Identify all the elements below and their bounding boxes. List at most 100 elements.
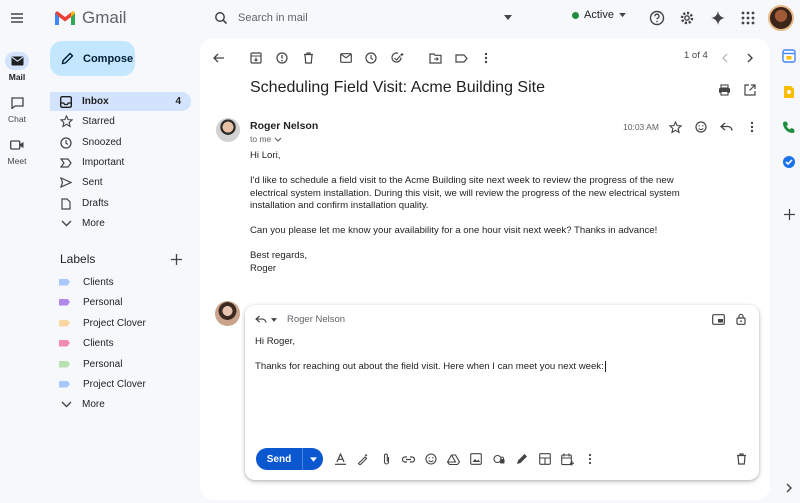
attach-paperclip-icon[interactable] — [379, 452, 393, 466]
confidential-mode-icon[interactable] — [492, 452, 506, 466]
reply-composer: Roger Nelson Hi Roger, Thanks for reachi… — [245, 305, 759, 480]
reply-textarea[interactable]: Hi Roger, Thanks for reaching out about … — [255, 336, 606, 374]
older-chevron-right-icon[interactable] — [742, 50, 758, 66]
keep-app-icon[interactable] — [780, 83, 798, 101]
signature-pen-icon[interactable] — [515, 452, 529, 466]
account-avatar[interactable] — [768, 5, 794, 31]
recipient-details[interactable]: to me — [250, 134, 282, 144]
google-drive-icon[interactable] — [446, 452, 460, 466]
rail-meet[interactable]: Meet — [0, 136, 34, 166]
search-bar — [205, 6, 521, 30]
insert-emoji-icon[interactable] — [424, 452, 438, 466]
help-me-write-pen-icon[interactable] — [356, 452, 370, 466]
more-vert-icon[interactable] — [478, 50, 494, 66]
more-options-vert-icon[interactable] — [583, 452, 597, 466]
message-panel: 1 of 4 Scheduling Field Visit: Acme Buil… — [200, 38, 770, 500]
schedule-event-icon[interactable] — [560, 452, 574, 466]
contacts-phone-app-icon[interactable] — [780, 118, 798, 136]
label-item[interactable]: Project Clover — [50, 314, 146, 332]
labels-heading: Labels — [60, 252, 96, 266]
tasks-app-icon[interactable] — [780, 153, 798, 171]
discard-draft-trash-icon[interactable] — [734, 452, 748, 466]
delete-trash-icon[interactable] — [300, 50, 316, 66]
inbox-count-badge: 4 — [175, 96, 181, 107]
label-item[interactable]: Clients — [50, 334, 114, 352]
layouts-icon[interactable] — [538, 452, 552, 466]
recipient-label: to me — [250, 134, 272, 144]
clock-icon — [58, 135, 74, 151]
reply-type-icon[interactable] — [255, 315, 267, 324]
apps-grid-icon[interactable] — [738, 8, 758, 28]
sidebar-item-more[interactable]: More — [50, 214, 191, 233]
label-tag-icon — [59, 298, 70, 306]
pop-out-reply-icon[interactable] — [712, 314, 725, 325]
star-icon[interactable] — [667, 119, 683, 135]
search-icon[interactable] — [211, 8, 231, 28]
status-dropdown[interactable]: Active — [572, 9, 626, 21]
add-task-icon[interactable] — [389, 50, 405, 66]
sidebar-item-drafts[interactable]: Drafts — [50, 194, 191, 213]
reply-type-dropdown-icon[interactable] — [271, 317, 277, 322]
get-add-ons-plus-icon[interactable] — [780, 205, 798, 223]
draft-icon — [58, 196, 74, 212]
sidebar-item-inbox[interactable]: Inbox 4 — [50, 92, 191, 111]
mail-icon — [5, 52, 29, 70]
send-button[interactable]: Send — [256, 448, 303, 470]
text-cursor — [604, 361, 606, 373]
label-tag-icon — [59, 360, 70, 368]
sidebar-item-sent[interactable]: Sent — [50, 173, 191, 192]
print-icon[interactable] — [716, 82, 732, 98]
label-icon[interactable] — [453, 50, 469, 66]
gmail-logo[interactable]: Gmail — [54, 8, 126, 28]
gemini-sparkle-icon[interactable] — [708, 8, 728, 28]
schedule-send-dropdown-icon[interactable] — [303, 448, 323, 470]
mark-unread-icon[interactable] — [338, 50, 354, 66]
sender-avatar[interactable] — [216, 118, 240, 142]
sidebar-item-label: Drafts — [82, 198, 109, 209]
sidebar-item-label: Inbox — [82, 96, 109, 107]
search-input[interactable] — [238, 12, 488, 24]
message-more-vert-icon[interactable] — [744, 119, 760, 135]
chevron-down-icon — [58, 216, 74, 232]
labels-more[interactable]: More — [50, 395, 191, 414]
label-item[interactable]: Personal — [50, 293, 122, 311]
insert-link-icon[interactable] — [401, 452, 415, 466]
send-button-group: Send — [256, 448, 323, 470]
insert-photo-icon[interactable] — [469, 452, 483, 466]
compose-button[interactable]: Compose — [50, 41, 135, 76]
rail-chat[interactable]: Chat — [0, 94, 34, 124]
help-icon[interactable] — [647, 8, 667, 28]
add-label-plus-icon[interactable] — [171, 253, 182, 265]
open-in-new-window-icon[interactable] — [742, 82, 758, 98]
reply-recipient[interactable]: Roger Nelson — [287, 314, 345, 325]
sidebar-item-starred[interactable]: Starred — [50, 112, 191, 131]
sidebar-item-snoozed[interactable]: Snoozed — [50, 133, 191, 152]
confidential-lock-icon[interactable] — [736, 313, 746, 325]
sidebar-item-important[interactable]: Important — [50, 153, 191, 172]
reply-text: Thanks for reaching out about the field … — [255, 361, 604, 373]
settings-gear-icon[interactable] — [677, 8, 697, 28]
sender-name[interactable]: Roger Nelson — [250, 120, 318, 132]
reply-arrow-icon[interactable] — [718, 119, 734, 135]
rail-mail[interactable]: Mail — [0, 52, 34, 82]
top-bar: Gmail Active — [0, 0, 800, 38]
snooze-clock-icon[interactable] — [363, 50, 379, 66]
search-options-icon[interactable] — [501, 11, 515, 25]
label-item[interactable]: Personal — [50, 355, 122, 373]
message-paragraph: Can you please let me know your availabi… — [250, 225, 658, 237]
label-name: Personal — [83, 296, 123, 308]
label-item[interactable]: Clients — [50, 273, 114, 291]
main-menu-icon[interactable] — [6, 7, 28, 29]
calendar-app-icon[interactable] — [780, 47, 798, 65]
expand-side-panel-chevron-icon[interactable] — [780, 479, 798, 497]
move-to-folder-icon[interactable] — [427, 50, 443, 66]
label-name: Clients — [83, 276, 114, 288]
newer-chevron-left-icon[interactable] — [716, 50, 732, 66]
label-item[interactable]: Project Clover — [50, 375, 146, 393]
report-spam-icon[interactable] — [274, 50, 290, 66]
back-arrow-icon[interactable] — [211, 50, 227, 66]
chat-icon — [5, 94, 29, 112]
formatting-options-icon[interactable] — [333, 452, 347, 466]
archive-icon[interactable] — [248, 50, 264, 66]
emoji-reaction-icon[interactable] — [693, 119, 709, 135]
